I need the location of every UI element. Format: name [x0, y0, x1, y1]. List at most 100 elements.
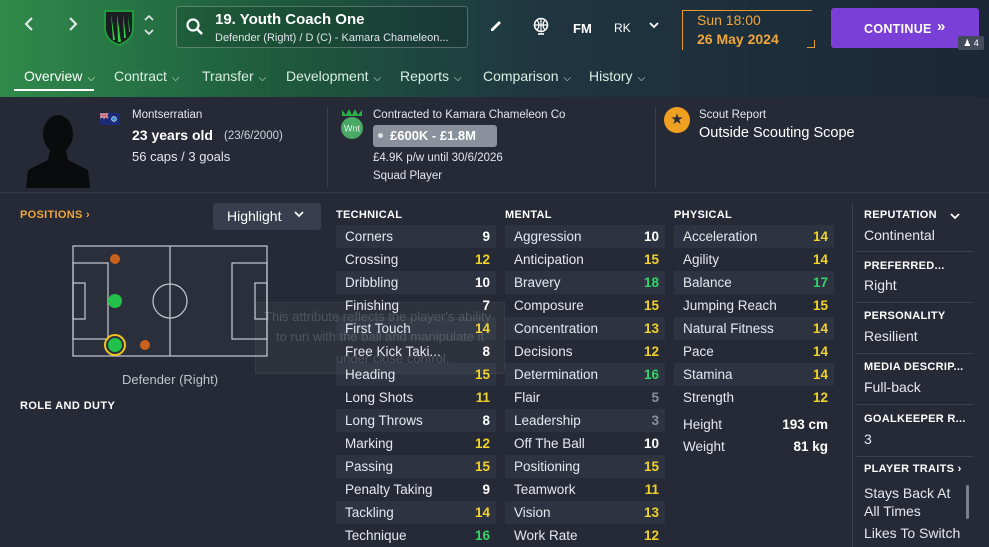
personality-value: Resilient: [864, 328, 918, 344]
tab-overview[interactable]: Overview ⌵: [24, 68, 95, 84]
chevron-down-icon[interactable]: [648, 18, 660, 33]
attribute-value: 15: [643, 298, 659, 313]
attribute-row[interactable]: Vision 13: [505, 501, 665, 524]
attribute-value: 18: [643, 275, 659, 290]
attribute-value: 12: [643, 528, 659, 543]
attribute-value: 9: [482, 229, 490, 244]
attribute-row[interactable]: Strength 12: [674, 386, 834, 409]
active-tab-indicator: [14, 89, 94, 91]
attribute-row[interactable]: Anticipation 15: [505, 248, 665, 271]
scout-report-title: Scout Report: [699, 109, 767, 121]
tab-label: Overview: [24, 68, 83, 84]
continue-button[interactable]: CONTINUE »: [831, 8, 979, 48]
attribute-value: 14: [812, 321, 828, 336]
notification-badge[interactable]: ♟ 4: [958, 36, 984, 50]
attribute-row[interactable]: Composure 15: [505, 294, 665, 317]
attribute-row[interactable]: Positioning 15: [505, 455, 665, 478]
attribute-name: Acceleration: [683, 229, 758, 244]
flag-icon: [99, 112, 120, 125]
attribute-row[interactable]: Flair 5: [505, 386, 665, 409]
attribute-row[interactable]: Off The Ball 10: [505, 432, 665, 455]
attribute-row[interactable]: Bravery 18: [505, 271, 665, 294]
tab-transfer[interactable]: Transfer ⌵: [202, 68, 266, 84]
attribute-name: Stamina: [683, 367, 733, 382]
club-badge-icon: Wnt: [339, 107, 365, 141]
attribute-name: Composure: [514, 298, 584, 313]
badge-count: 4: [973, 38, 979, 48]
attribute-row[interactable]: Jumping Reach 15: [674, 294, 834, 317]
chevron-right-icon: ›: [957, 463, 962, 475]
scout-report-value[interactable]: Outside Scouting Scope: [699, 125, 855, 141]
tab-development[interactable]: Development ⌵: [286, 68, 381, 84]
globe-icon[interactable]: [532, 17, 550, 38]
attribute-name: Technique: [345, 528, 407, 543]
attribute-value: 12: [474, 252, 490, 267]
reputation-label: REPUTATION: [864, 209, 937, 221]
tab-history[interactable]: History ⌵: [589, 68, 645, 84]
attribute-row[interactable]: Work Rate 12: [505, 524, 665, 547]
value-badge[interactable]: £600K - £1.8M: [373, 125, 497, 147]
attribute-row[interactable]: Crossing 12: [336, 248, 496, 271]
attribute-row[interactable]: Long Shots 11: [336, 386, 496, 409]
attribute-name: Determination: [514, 367, 599, 382]
attribute-row[interactable]: Tackling 14: [336, 501, 496, 524]
edit-pencil-icon[interactable]: [488, 18, 504, 37]
attribute-row[interactable]: Acceleration 14: [674, 225, 834, 248]
fm-button[interactable]: FM: [573, 21, 592, 36]
attribute-row[interactable]: Concentration 13: [505, 317, 665, 340]
chevron-right-icon: ›: [85, 209, 90, 221]
highlight-dropdown[interactable]: Highlight: [213, 203, 321, 230]
attribute-row[interactable]: Long Throws 8: [336, 409, 496, 432]
attribute-row[interactable]: Teamwork 11: [505, 478, 665, 501]
info-divider: [655, 107, 656, 187]
tab-contract[interactable]: Contract ⌵: [114, 68, 180, 84]
attribute-row[interactable]: Penalty Taking 9: [336, 478, 496, 501]
attribute-value: 9: [482, 482, 490, 497]
tab-reports[interactable]: Reports ⌵: [400, 68, 462, 84]
attribute-row[interactable]: Agility 14: [674, 248, 834, 271]
attribute-name: Strength: [683, 390, 735, 405]
attribute-row[interactable]: Stamina 14: [674, 363, 834, 386]
weight-value: 81 kg: [793, 439, 828, 454]
chevron-down-icon[interactable]: [142, 27, 156, 41]
attribute-name: Corners: [345, 229, 394, 244]
physical-heading: PHYSICAL: [674, 209, 733, 221]
attribute-row[interactable]: Pace 14: [674, 340, 834, 363]
attribute-row[interactable]: Marking 12: [336, 432, 496, 455]
chevron-up-icon[interactable]: [142, 13, 156, 27]
rk-label[interactable]: RK: [614, 21, 631, 35]
weight-row: Weight 81 kg: [674, 435, 834, 458]
attribute-row[interactable]: Corners 9: [336, 225, 496, 248]
tab-comparison[interactable]: Comparison ⌵: [483, 68, 571, 84]
attribute-value: 14: [812, 367, 828, 382]
forward-arrow-icon[interactable]: [66, 15, 80, 38]
attribute-row[interactable]: Dribbling 10: [336, 271, 496, 294]
attribute-row[interactable]: Passing 15: [336, 455, 496, 478]
player-name-box[interactable]: 19. Youth Coach One Defender (Right) / D…: [176, 6, 468, 48]
date-panel[interactable]: Sun 18:00 26 May 2024: [682, 10, 812, 50]
attribute-row[interactable]: Technique 16: [336, 524, 496, 547]
attribute-name: Pace: [683, 344, 714, 359]
tab-label: History: [589, 68, 633, 84]
player-name: 19. Youth Coach One: [215, 11, 365, 28]
attribute-row[interactable]: Decisions 12: [505, 340, 665, 363]
player-traits-label: PLAYER TRAITS: [864, 463, 955, 475]
attribute-row[interactable]: Aggression 10: [505, 225, 665, 248]
preferred-foot-label: PREFERRED...: [864, 260, 945, 272]
player-switch-arrows[interactable]: [142, 13, 156, 41]
caps-goals: 56 caps / 3 goals: [132, 149, 231, 164]
player-traits-heading[interactable]: PLAYER TRAITS ›: [864, 463, 962, 475]
back-arrow-icon[interactable]: [22, 15, 36, 38]
chevron-down-icon[interactable]: [949, 209, 961, 224]
search-icon[interactable]: [185, 17, 205, 40]
attribute-row[interactable]: Determination 16: [505, 363, 665, 386]
media-description-label: MEDIA DESCRIP...: [864, 361, 964, 373]
attribute-row[interactable]: Balance 17: [674, 271, 834, 294]
attribute-row[interactable]: Leadership 3: [505, 409, 665, 432]
positions-link[interactable]: POSITIONS ›: [20, 209, 90, 221]
tooltip-line: to run with the ball and manipulate it: [276, 329, 485, 344]
attribute-value: 12: [643, 344, 659, 359]
attribute-value: 17: [812, 275, 828, 290]
attribute-row[interactable]: Natural Fitness 14: [674, 317, 834, 340]
traits-scrollbar[interactable]: [966, 485, 969, 519]
